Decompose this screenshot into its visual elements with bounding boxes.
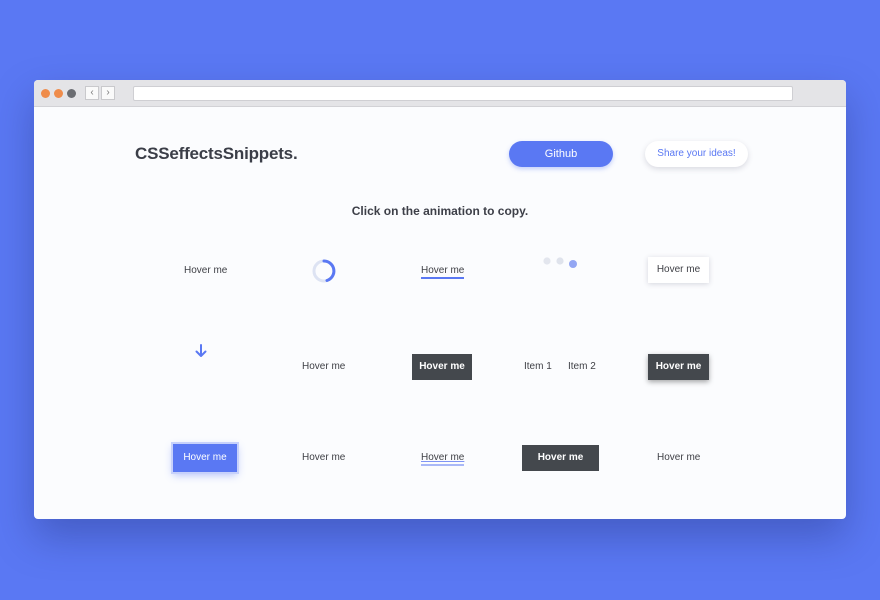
snippet-shadow-button[interactable]: Hover me bbox=[648, 257, 709, 283]
maximize-window-dot[interactable] bbox=[67, 89, 76, 98]
minimize-window-dot[interactable] bbox=[54, 89, 63, 98]
back-icon[interactable]: ‹ bbox=[85, 86, 99, 100]
arrow-down-icon[interactable] bbox=[194, 343, 208, 359]
snippet-hover-fade[interactable]: Hover me bbox=[302, 361, 345, 372]
instruction-text: Click on the animation to copy. bbox=[351, 204, 529, 218]
menu-item-1[interactable]: Item 1 bbox=[524, 361, 552, 372]
spinner-icon[interactable] bbox=[311, 258, 337, 284]
close-window-dot[interactable] bbox=[41, 89, 50, 98]
share-ideas-button[interactable]: Share your ideas! bbox=[645, 141, 748, 167]
snippet-dark-button[interactable]: Hover me bbox=[412, 354, 472, 380]
github-button[interactable]: Github bbox=[509, 141, 613, 167]
snippet-wide-dark-button[interactable]: Hover me bbox=[522, 445, 599, 471]
menu-item-2[interactable]: Item 2 bbox=[568, 361, 596, 372]
browser-toolbar: ‹ › bbox=[34, 80, 846, 107]
address-bar[interactable] bbox=[133, 86, 793, 101]
snippet-double-underline[interactable]: Hover me bbox=[421, 452, 465, 466]
snippet-hover-text[interactable]: Hover me bbox=[657, 452, 700, 463]
site-logo[interactable]: CSSeffectsSnippets. bbox=[135, 144, 298, 164]
snippet-underline-link[interactable]: Hover me bbox=[421, 265, 465, 279]
browser-window: ‹ › CSSeffectsSnippets. Github Share you… bbox=[34, 80, 846, 519]
forward-icon[interactable]: › bbox=[101, 86, 115, 100]
loading-dots-icon[interactable] bbox=[542, 254, 578, 270]
snippet-hover-plain[interactable]: Hover me bbox=[184, 265, 227, 276]
snippet-blue-glow-button[interactable]: Hover me bbox=[173, 444, 237, 472]
snippet-hover-slide[interactable]: Hover me bbox=[302, 452, 345, 463]
snippet-dark-shadow-button[interactable]: Hover me bbox=[648, 354, 709, 380]
